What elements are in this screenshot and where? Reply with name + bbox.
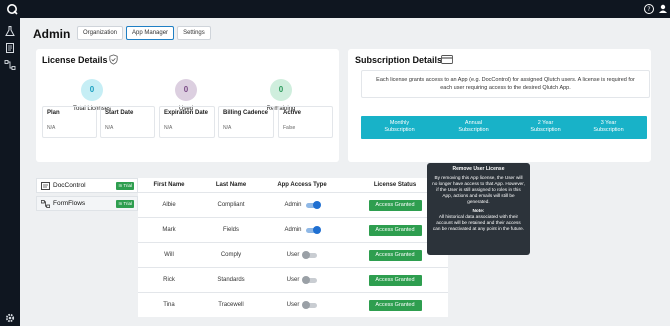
cell-access-type: Admin xyxy=(284,227,302,233)
license-status-badge[interactable]: Access Granted xyxy=(368,249,422,261)
stat-used-value: 0 xyxy=(175,79,197,101)
tab-settings[interactable]: Settings xyxy=(177,26,211,40)
flask-icon[interactable] xyxy=(4,25,16,37)
field-billing-cadence-value: N/A xyxy=(223,125,232,131)
cell-last-name: Tracewell xyxy=(218,302,244,308)
field-expiration-date: Expiration Date N/A xyxy=(159,106,215,138)
cell-access-type: User xyxy=(286,302,300,308)
annual-subscription-button[interactable]: Annual Subscription xyxy=(435,116,512,139)
cell-access-type: User xyxy=(286,277,300,283)
three-year-subscription-button[interactable]: 3 Year Subscription xyxy=(570,116,647,139)
table-row: Albie Compliant Admin Access Granted xyxy=(138,192,448,217)
col-app-access-type: App Access Type xyxy=(277,182,327,188)
remove-license-tooltip: Remove User License By removing this App… xyxy=(427,163,530,255)
cell-last-name: Compliant xyxy=(217,202,245,208)
qlutch-logo-icon[interactable] xyxy=(6,3,18,15)
field-plan-value: N/A xyxy=(47,125,56,131)
tab-app-manager[interactable]: App Manager xyxy=(126,26,175,40)
cell-first-name: Will xyxy=(164,252,174,258)
field-billing-cadence-label: Billing Cadence xyxy=(223,110,269,116)
cell-first-name: Mark xyxy=(162,227,176,233)
admin-toggle[interactable] xyxy=(302,250,318,259)
col-last-name: Last Name xyxy=(215,182,247,188)
app-name-doccontrol: DocControl xyxy=(53,182,86,189)
tooltip-note-body: All historical data associated with thei… xyxy=(432,214,525,231)
license-details-title: License Details xyxy=(42,55,108,65)
cell-first-name: Rick xyxy=(163,277,175,283)
license-status-badge[interactable]: Access Granted xyxy=(368,224,422,236)
cell-first-name: Tina xyxy=(163,302,175,308)
three-year-line2: Subscription xyxy=(593,127,624,133)
monthly-line2: Subscription xyxy=(384,127,415,133)
field-start-date: Start Date N/A xyxy=(100,106,155,138)
table-header: First Name Last Name App Access Type Lic… xyxy=(138,178,448,192)
cell-last-name: Comply xyxy=(220,252,242,258)
subscription-details-panel xyxy=(348,49,651,162)
field-expiration-date-label: Expiration Date xyxy=(164,110,209,116)
field-plan-label: Plan xyxy=(47,110,60,116)
monthly-line1: Monthly xyxy=(389,120,410,126)
license-status-badge[interactable]: Access Granted xyxy=(368,199,422,211)
admin-toggle[interactable] xyxy=(305,225,321,234)
shield-check-icon xyxy=(109,54,118,65)
credit-card-icon xyxy=(441,55,453,64)
monthly-subscription-button[interactable]: Monthly Subscription xyxy=(361,116,438,139)
field-expiration-date-value: N/A xyxy=(164,125,173,131)
user-icon[interactable] xyxy=(657,3,669,15)
three-year-line1: 3 Year xyxy=(600,120,617,126)
app-name-formflows: FormFlows xyxy=(53,200,86,207)
workflow-icon[interactable] xyxy=(4,59,16,71)
app-item-doccontrol[interactable]: DocControl In Trial xyxy=(36,178,138,193)
stat-total-value: 0 xyxy=(81,79,103,101)
table-row: Rick Standards User Access Granted xyxy=(138,267,448,292)
tooltip-body: By removing this App license, the User w… xyxy=(432,175,525,204)
cell-last-name: Fields xyxy=(222,227,239,233)
field-start-date-label: Start Date xyxy=(105,110,134,116)
annual-line1: Annual xyxy=(464,120,483,126)
table-row: Will Comply User Access Granted xyxy=(138,242,448,267)
formflows-app-icon xyxy=(41,200,50,208)
admin-toggle[interactable] xyxy=(302,300,318,309)
col-first-name: First Name xyxy=(153,182,185,188)
admin-toggle[interactable] xyxy=(302,275,318,284)
cell-access-type: User xyxy=(286,252,300,258)
page-title: Admin xyxy=(33,27,71,41)
tab-bar: Organization App Manager Settings xyxy=(77,26,211,40)
users-table: First Name Last Name App Access Type Lic… xyxy=(138,178,448,317)
subscription-description: Each license grants access to an App (e.… xyxy=(361,70,650,98)
trial-badge-formflows: In Trial xyxy=(116,200,134,208)
table-row: Mark Fields Admin Access Granted xyxy=(138,217,448,242)
doccontrol-app-icon xyxy=(41,182,50,190)
admin-toggle[interactable] xyxy=(305,200,321,209)
license-status-badge[interactable]: Access Granted xyxy=(368,299,422,311)
annual-line2: Subscription xyxy=(458,127,489,133)
stat-remaining-value: 0 xyxy=(270,79,292,101)
app-item-formflows[interactable]: FormFlows In Trial xyxy=(36,196,138,211)
field-plan: Plan N/A xyxy=(42,106,97,138)
app-list: DocControl In Trial FormFlows In Trial xyxy=(36,178,138,214)
field-billing-cadence: Billing Cadence N/A xyxy=(218,106,274,138)
field-active-value: False xyxy=(283,125,296,131)
cell-first-name: Albie xyxy=(162,202,176,208)
tooltip-title: Remove User License xyxy=(452,166,505,172)
cell-access-type: Admin xyxy=(284,202,302,208)
help-icon[interactable]: ? xyxy=(643,3,655,15)
tab-organization[interactable]: Organization xyxy=(77,26,124,40)
trial-badge-doccontrol: In Trial xyxy=(116,182,134,190)
field-start-date-value: N/A xyxy=(105,125,114,131)
document-icon[interactable] xyxy=(4,42,16,54)
license-status-badge[interactable]: Access Granted xyxy=(368,274,422,286)
field-active-label: Active xyxy=(283,110,302,116)
settings-gear-icon[interactable] xyxy=(4,312,16,324)
top-bar: ? xyxy=(0,0,670,18)
field-active: Active False xyxy=(278,106,333,138)
table-row: Tina Tracewell User Access Granted xyxy=(138,292,448,317)
cell-last-name: Standards xyxy=(217,277,245,283)
sidebar xyxy=(0,18,20,326)
subscription-details-title: Subscription Details xyxy=(355,55,443,65)
svg-text:?: ? xyxy=(647,6,650,13)
